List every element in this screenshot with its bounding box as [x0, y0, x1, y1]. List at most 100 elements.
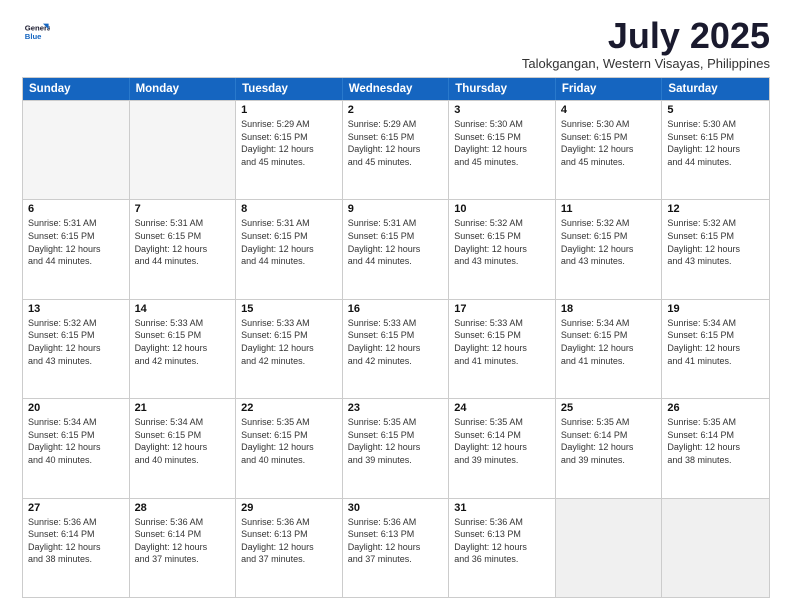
cal-header-monday: Monday: [130, 78, 237, 100]
day-number: 30: [348, 502, 444, 514]
cell-info: Sunrise: 5:36 AM: [135, 516, 231, 529]
cal-cell: 11Sunrise: 5:32 AMSunset: 6:15 PMDayligh…: [556, 200, 663, 298]
cell-info: and 45 minutes.: [241, 156, 337, 169]
cell-info: and 41 minutes.: [667, 355, 764, 368]
cell-info: Sunset: 6:14 PM: [135, 528, 231, 541]
cell-info: Daylight: 12 hours: [561, 243, 657, 256]
cal-cell: 20Sunrise: 5:34 AMSunset: 6:15 PMDayligh…: [23, 399, 130, 497]
cal-header-friday: Friday: [556, 78, 663, 100]
cell-info: Daylight: 12 hours: [241, 342, 337, 355]
cell-info: Sunrise: 5:35 AM: [561, 416, 657, 429]
cell-info: Daylight: 12 hours: [241, 541, 337, 554]
day-number: 15: [241, 303, 337, 315]
day-number: 8: [241, 203, 337, 215]
cal-cell: 21Sunrise: 5:34 AMSunset: 6:15 PMDayligh…: [130, 399, 237, 497]
cell-info: and 37 minutes.: [241, 553, 337, 566]
cell-info: Daylight: 12 hours: [241, 441, 337, 454]
day-number: 23: [348, 402, 444, 414]
day-number: 16: [348, 303, 444, 315]
cell-info: and 43 minutes.: [561, 255, 657, 268]
cal-week-1: 6Sunrise: 5:31 AMSunset: 6:15 PMDaylight…: [23, 199, 769, 298]
cell-info: Daylight: 12 hours: [454, 342, 550, 355]
cell-info: Sunrise: 5:29 AM: [241, 118, 337, 131]
cell-info: Sunset: 6:15 PM: [241, 429, 337, 442]
cell-info: Sunset: 6:15 PM: [454, 230, 550, 243]
cal-header-saturday: Saturday: [662, 78, 769, 100]
cell-info: and 42 minutes.: [135, 355, 231, 368]
subtitle: Talokgangan, Western Visayas, Philippine…: [522, 56, 770, 71]
cal-cell: 7Sunrise: 5:31 AMSunset: 6:15 PMDaylight…: [130, 200, 237, 298]
cell-info: Sunset: 6:14 PM: [561, 429, 657, 442]
cal-week-2: 13Sunrise: 5:32 AMSunset: 6:15 PMDayligh…: [23, 299, 769, 398]
cell-info: Daylight: 12 hours: [348, 143, 444, 156]
cell-info: Sunrise: 5:31 AM: [28, 217, 124, 230]
day-number: 11: [561, 203, 657, 215]
title-block: July 2025 Talokgangan, Western Visayas, …: [522, 18, 770, 71]
cell-info: and 37 minutes.: [135, 553, 231, 566]
cell-info: Sunrise: 5:34 AM: [28, 416, 124, 429]
cell-info: Sunset: 6:15 PM: [667, 230, 764, 243]
cell-info: Daylight: 12 hours: [454, 243, 550, 256]
cell-info: and 38 minutes.: [667, 454, 764, 467]
cell-info: Daylight: 12 hours: [28, 243, 124, 256]
cell-info: and 42 minutes.: [241, 355, 337, 368]
cell-info: Daylight: 12 hours: [561, 441, 657, 454]
day-number: 17: [454, 303, 550, 315]
cell-info: Sunset: 6:15 PM: [241, 329, 337, 342]
cal-cell: 24Sunrise: 5:35 AMSunset: 6:14 PMDayligh…: [449, 399, 556, 497]
cell-info: Sunrise: 5:31 AM: [241, 217, 337, 230]
day-number: 3: [454, 104, 550, 116]
cell-info: and 43 minutes.: [28, 355, 124, 368]
cal-week-0: 1Sunrise: 5:29 AMSunset: 6:15 PMDaylight…: [23, 100, 769, 199]
cell-info: Daylight: 12 hours: [667, 143, 764, 156]
day-number: 5: [667, 104, 764, 116]
svg-text:Blue: Blue: [25, 32, 42, 41]
cal-cell: 23Sunrise: 5:35 AMSunset: 6:15 PMDayligh…: [343, 399, 450, 497]
cell-info: Daylight: 12 hours: [454, 541, 550, 554]
cell-info: and 44 minutes.: [667, 156, 764, 169]
cell-info: Daylight: 12 hours: [135, 342, 231, 355]
cell-info: Sunset: 6:15 PM: [348, 230, 444, 243]
cal-cell: 5Sunrise: 5:30 AMSunset: 6:15 PMDaylight…: [662, 101, 769, 199]
day-number: 26: [667, 402, 764, 414]
cell-info: Daylight: 12 hours: [348, 541, 444, 554]
cal-cell: [662, 499, 769, 597]
cal-cell: 19Sunrise: 5:34 AMSunset: 6:15 PMDayligh…: [662, 300, 769, 398]
cell-info: and 38 minutes.: [28, 553, 124, 566]
cal-cell: 22Sunrise: 5:35 AMSunset: 6:15 PMDayligh…: [236, 399, 343, 497]
day-number: 7: [135, 203, 231, 215]
cal-cell: 29Sunrise: 5:36 AMSunset: 6:13 PMDayligh…: [236, 499, 343, 597]
cal-cell: 13Sunrise: 5:32 AMSunset: 6:15 PMDayligh…: [23, 300, 130, 398]
logo: General Blue: [22, 18, 50, 46]
cell-info: Daylight: 12 hours: [561, 143, 657, 156]
cal-cell: 16Sunrise: 5:33 AMSunset: 6:15 PMDayligh…: [343, 300, 450, 398]
cell-info: and 45 minutes.: [454, 156, 550, 169]
cell-info: Daylight: 12 hours: [454, 143, 550, 156]
cell-info: Sunset: 6:15 PM: [28, 329, 124, 342]
cal-cell: 30Sunrise: 5:36 AMSunset: 6:13 PMDayligh…: [343, 499, 450, 597]
cell-info: and 39 minutes.: [348, 454, 444, 467]
day-number: 25: [561, 402, 657, 414]
cal-cell: 8Sunrise: 5:31 AMSunset: 6:15 PMDaylight…: [236, 200, 343, 298]
cell-info: Daylight: 12 hours: [348, 441, 444, 454]
cal-cell: 18Sunrise: 5:34 AMSunset: 6:15 PMDayligh…: [556, 300, 663, 398]
cal-cell: 2Sunrise: 5:29 AMSunset: 6:15 PMDaylight…: [343, 101, 450, 199]
cal-cell: [556, 499, 663, 597]
cell-info: Sunrise: 5:35 AM: [241, 416, 337, 429]
cell-info: Sunset: 6:15 PM: [348, 429, 444, 442]
day-number: 24: [454, 402, 550, 414]
logo-icon: General Blue: [22, 18, 50, 46]
cal-cell: 27Sunrise: 5:36 AMSunset: 6:14 PMDayligh…: [23, 499, 130, 597]
cell-info: Daylight: 12 hours: [667, 243, 764, 256]
cell-info: Daylight: 12 hours: [135, 541, 231, 554]
cell-info: Sunrise: 5:31 AM: [348, 217, 444, 230]
cell-info: Sunset: 6:14 PM: [454, 429, 550, 442]
cell-info: and 44 minutes.: [135, 255, 231, 268]
day-number: 4: [561, 104, 657, 116]
cell-info: Sunrise: 5:30 AM: [667, 118, 764, 131]
cell-info: Sunset: 6:15 PM: [28, 230, 124, 243]
cell-info: Sunrise: 5:36 AM: [454, 516, 550, 529]
cell-info: Daylight: 12 hours: [135, 441, 231, 454]
day-number: 10: [454, 203, 550, 215]
cal-cell: 26Sunrise: 5:35 AMSunset: 6:14 PMDayligh…: [662, 399, 769, 497]
